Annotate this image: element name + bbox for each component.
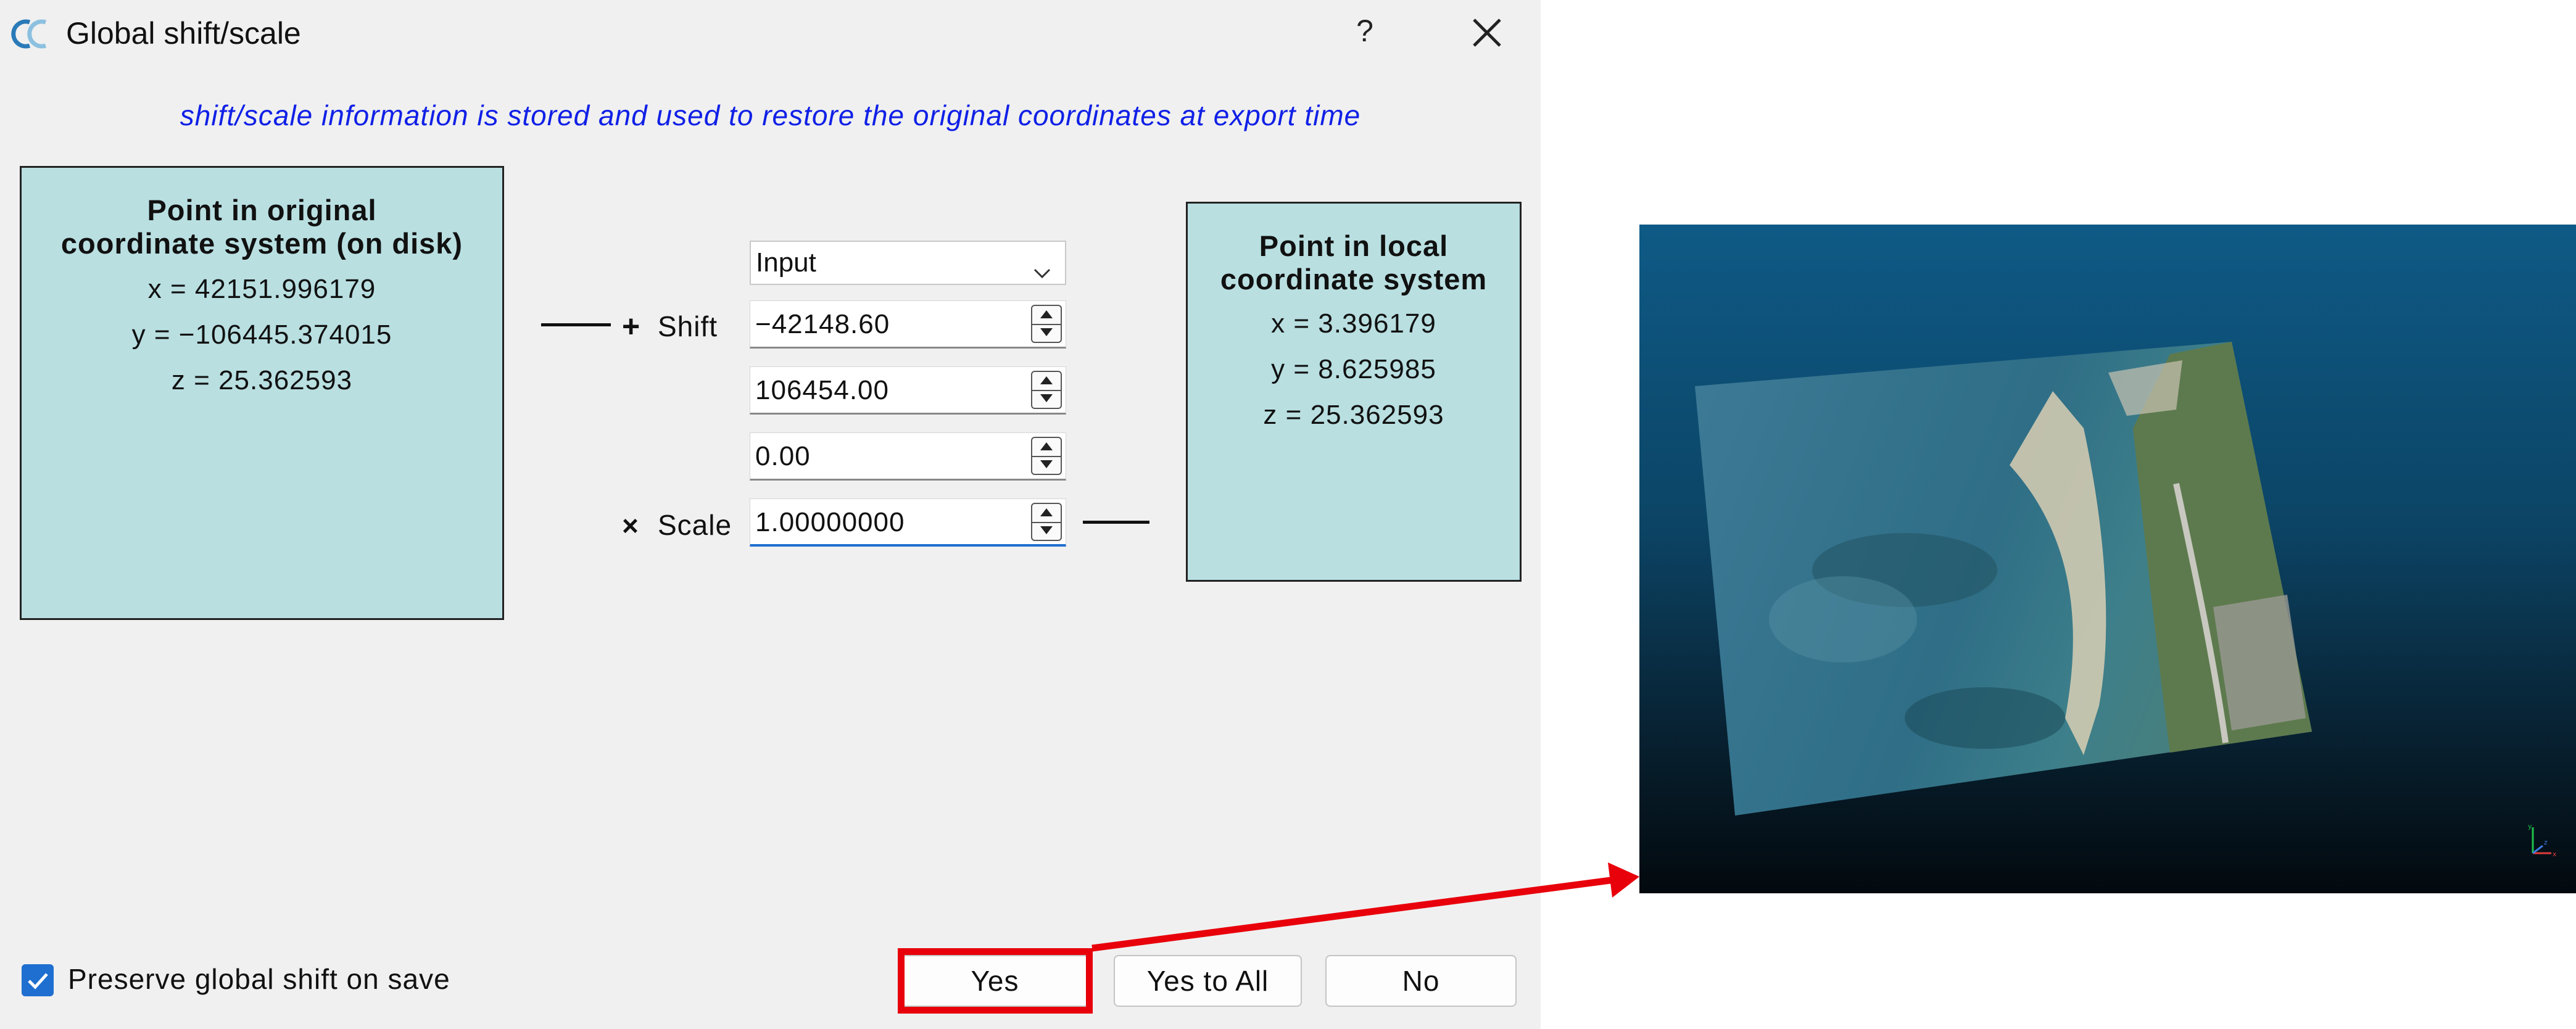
- connector-line-left: [541, 323, 611, 326]
- shift-z-stepper[interactable]: [1031, 437, 1062, 475]
- yes-to-all-button[interactable]: Yes to All: [1114, 955, 1302, 1007]
- local-z-value: z = 25.362593: [1263, 400, 1444, 430]
- shift-x-value: −42148.60: [755, 309, 890, 339]
- shift-z-value: 0.00: [755, 441, 811, 471]
- shift-z-input[interactable]: 0.00: [750, 432, 1066, 481]
- mode-select-value: Input: [756, 247, 816, 278]
- step-up-icon[interactable]: [1032, 504, 1061, 523]
- close-icon[interactable]: [1465, 11, 1509, 54]
- shift-x-input[interactable]: −42148.60: [750, 300, 1066, 349]
- title-bar: Global shift/scale ?: [0, 0, 1541, 67]
- preserve-shift-label[interactable]: Preserve global shift on save: [68, 962, 450, 996]
- shift-y-input[interactable]: 106454.00: [750, 366, 1066, 415]
- no-button[interactable]: No: [1325, 955, 1517, 1007]
- shift-y-value: 106454.00: [755, 375, 889, 405]
- help-button[interactable]: ?: [1345, 11, 1385, 51]
- shift-y-stepper[interactable]: [1031, 371, 1062, 409]
- axis-label-y: y: [2528, 822, 2532, 830]
- scale-times-symbol: ×: [622, 510, 639, 542]
- step-up-icon[interactable]: [1032, 372, 1061, 391]
- local-point-panel: Point in local coordinate system x = 3.3…: [1186, 202, 1522, 582]
- mode-select[interactable]: Input: [750, 241, 1066, 285]
- axis-label-z: z: [2544, 838, 2548, 846]
- original-point-panel: Point in original coordinate system (on …: [20, 166, 504, 620]
- scale-stepper[interactable]: [1031, 503, 1062, 541]
- global-shift-scale-dialog: Global shift/scale ? shift/scale informa…: [0, 0, 1541, 1029]
- local-point-heading: Point in local coordinate system: [1188, 229, 1520, 296]
- original-z-value: z = 25.362593: [171, 365, 353, 395]
- scale-input[interactable]: 1.00000000: [750, 498, 1066, 547]
- local-y-value: y = 8.625985: [1271, 354, 1436, 384]
- step-up-icon[interactable]: [1032, 438, 1061, 457]
- step-up-icon[interactable]: [1032, 306, 1061, 325]
- chevron-down-icon: [1033, 253, 1051, 279]
- shift-label: Shift: [658, 310, 718, 342]
- 3d-viewer[interactable]: y x z: [1639, 225, 2576, 893]
- step-down-icon[interactable]: [1032, 324, 1061, 342]
- local-point-heading-line1: Point in local: [1259, 229, 1449, 262]
- axis-label-x: x: [2553, 850, 2557, 858]
- local-x-value: x = 3.396179: [1271, 308, 1436, 339]
- aerial-point-cloud: [1695, 342, 2312, 816]
- axis-triad-icon: y x z: [2528, 822, 2557, 858]
- checkmark-icon: [28, 973, 48, 990]
- original-point-heading-line1: Point in original: [147, 194, 377, 226]
- original-point-heading-line2: coordinate system (on disk): [60, 227, 463, 260]
- original-x-value: x = 42151.996179: [147, 274, 376, 304]
- connector-line-right: [1083, 521, 1149, 524]
- step-down-icon[interactable]: [1032, 522, 1061, 540]
- original-point-heading: Point in original coordinate system (on …: [22, 194, 502, 260]
- info-text: shift/scale information is stored and us…: [180, 99, 1361, 131]
- local-point-heading-line2: coordinate system: [1220, 263, 1488, 295]
- scale-label: Scale: [658, 509, 732, 541]
- scale-value: 1.00000000: [755, 507, 905, 537]
- yes-button-highlight: [898, 948, 1093, 1014]
- original-y-value: y = −106445.374015: [131, 320, 392, 350]
- step-down-icon[interactable]: [1032, 456, 1061, 474]
- shift-plus-symbol: +: [622, 309, 640, 344]
- shift-x-stepper[interactable]: [1031, 305, 1062, 343]
- preserve-shift-checkbox[interactable]: [22, 964, 54, 996]
- cloudcompare-app-icon: [11, 19, 53, 49]
- step-down-icon[interactable]: [1032, 390, 1061, 408]
- dialog-title: Global shift/scale: [66, 16, 301, 51]
